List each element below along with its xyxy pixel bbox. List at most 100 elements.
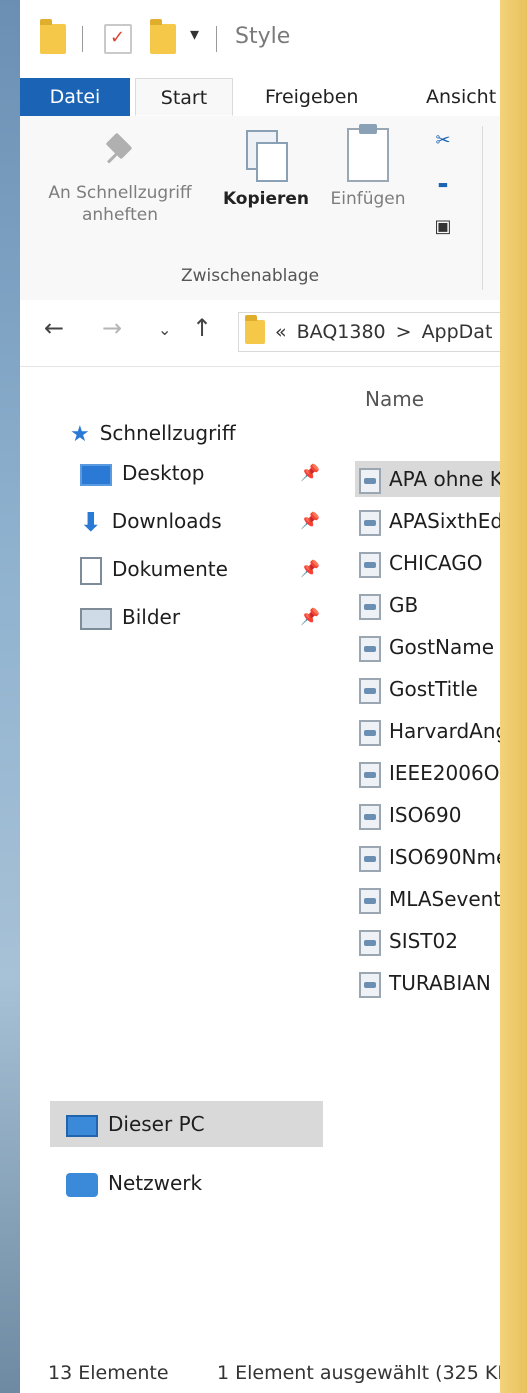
tab-ansicht[interactable]: Ansicht (426, 78, 496, 116)
nav-label: Bilder (122, 605, 181, 629)
nav-label: Desktop (122, 461, 205, 485)
file-name: IEEE2006Of (389, 761, 500, 785)
download-arrow-icon: ⬇ (80, 507, 102, 538)
star-icon: ★ (70, 421, 90, 447)
file-name: CHICAGO (389, 551, 483, 575)
copy-button[interactable]: Kopieren (218, 124, 314, 210)
xsl-file-icon (359, 845, 381, 872)
navigation-bar: ← → ⌄ ↑ « BAQ1380 > AppDat (20, 300, 500, 367)
paste-icon (347, 124, 389, 182)
folder-icon (245, 315, 265, 344)
tab-freigeben[interactable]: Freigeben (265, 78, 358, 116)
new-folder-icon[interactable] (150, 19, 176, 54)
file-item[interactable]: GostName (355, 629, 500, 665)
ribbon-tabs: Datei Start Freigeben Ansicht (20, 78, 500, 117)
xsl-file-icon (359, 761, 381, 788)
file-item[interactable]: SIST02 (355, 923, 500, 959)
copy-path-icon[interactable]: ▬ (428, 178, 458, 191)
up-arrow-icon[interactable]: ↑ (192, 314, 212, 342)
nav-label: Downloads (111, 509, 222, 533)
xsl-file-icon (359, 467, 381, 494)
nav-item-documents[interactable]: Dokumente 📌 (80, 551, 320, 587)
file-name: APA ohne K (389, 467, 500, 491)
file-name: ISO690 (389, 803, 462, 827)
breadcrumb-item[interactable]: AppDat (422, 321, 493, 343)
nav-item-this-pc[interactable]: Dieser PC (50, 1101, 323, 1147)
nav-label: Dieser PC (108, 1112, 205, 1136)
copy-label: Kopieren (222, 189, 310, 209)
desktop-icon (80, 463, 112, 486)
nav-item-downloads[interactable]: ⬇ Downloads 📌 (80, 503, 320, 539)
xsl-file-icon (359, 929, 381, 956)
file-name: GostName (389, 635, 494, 659)
xsl-file-icon (359, 593, 381, 620)
cut-icon[interactable]: ✂ (428, 130, 458, 151)
file-item[interactable]: APA ohne K (355, 461, 500, 497)
group-separator (482, 126, 483, 290)
pin-icon: 📌 (300, 511, 320, 530)
pin-label-line1: An Schnellzugriff (48, 183, 192, 203)
tab-datei[interactable]: Datei (20, 78, 130, 116)
recent-locations-icon[interactable]: ⌄ (158, 320, 171, 339)
file-item[interactable]: GB (355, 587, 500, 623)
nav-label: Dokumente (112, 557, 228, 581)
breadcrumb-overflow[interactable]: « (275, 321, 287, 343)
title-bar: ▾ Style (20, 0, 500, 78)
back-arrow-icon[interactable]: ← (44, 314, 64, 342)
address-bar[interactable]: « BAQ1380 > AppDat (238, 312, 500, 352)
computer-icon (66, 1114, 98, 1137)
explorer-window: ▾ Style Datei Start Freigeben Ansicht An… (20, 0, 500, 1393)
separator (82, 26, 83, 52)
pin-icon (100, 132, 140, 172)
background-window-edge (500, 0, 527, 1393)
file-item[interactable]: GostTitle (355, 671, 500, 707)
customize-quick-access-icon[interactable]: ▾ (190, 24, 199, 45)
separator (216, 26, 217, 52)
pin-label-line2: anheften (81, 205, 158, 225)
breadcrumb-separator[interactable]: > (396, 321, 412, 343)
file-item[interactable]: ISO690 (355, 797, 500, 833)
document-icon (80, 556, 102, 585)
window-title: Style (235, 24, 291, 49)
nav-item-network[interactable]: Netzwerk (66, 1165, 202, 1201)
navigation-pane: ★ Schnellzugriff Desktop 📌 ⬇ Downloads 📌 D… (20, 367, 325, 1354)
column-header-name[interactable]: Name (365, 387, 424, 411)
paste-label: Einfügen (330, 189, 406, 209)
nav-item-quick-access[interactable]: ★ Schnellzugriff (70, 415, 236, 451)
forward-arrow-icon[interactable]: → (102, 314, 122, 342)
file-item[interactable]: IEEE2006Of (355, 755, 500, 791)
xsl-file-icon (359, 719, 381, 746)
file-item[interactable]: TURABIAN (355, 965, 500, 1001)
xsl-file-icon (359, 887, 381, 914)
file-item[interactable]: ISO690Nme (355, 839, 500, 875)
item-count: 13 Elemente (48, 1362, 169, 1384)
file-list: Name APA ohne K APASixthEd CHICAGO GB Go… (340, 367, 500, 1354)
pin-icon: 📌 (300, 607, 320, 626)
xsl-file-icon (359, 677, 381, 704)
nav-item-pictures[interactable]: Bilder 📌 (80, 599, 320, 635)
pictures-icon (80, 607, 112, 630)
xsl-file-icon (359, 803, 381, 830)
ribbon: An Schnellzugriff anheften Kopieren Einf… (20, 116, 500, 301)
xsl-file-icon (359, 551, 381, 578)
xsl-file-icon (359, 635, 381, 662)
status-bar: 13 Elemente 1 Element ausgewählt (325 KB (20, 1354, 500, 1393)
file-name: ISO690Nme (389, 845, 500, 869)
file-item[interactable]: APASixthEd (355, 503, 500, 539)
file-item[interactable]: CHICAGO (355, 545, 500, 581)
copy-icon (244, 130, 288, 182)
file-item[interactable]: MLASevent (355, 881, 500, 917)
file-item[interactable]: HarvardAng (355, 713, 500, 749)
folder-icon[interactable] (40, 19, 66, 54)
xsl-file-icon (359, 971, 381, 998)
file-name: APASixthEd (389, 509, 500, 533)
paste-shortcut-icon[interactable]: ▣ (428, 216, 458, 237)
breadcrumb-item[interactable]: BAQ1380 (297, 321, 386, 343)
tab-start[interactable]: Start (135, 78, 233, 116)
paste-button[interactable]: Einfügen (318, 124, 418, 210)
properties-icon[interactable] (104, 24, 132, 54)
file-name: GB (389, 593, 419, 617)
nav-item-desktop[interactable]: Desktop 📌 (80, 455, 320, 491)
pin-to-quick-access-button[interactable]: An Schnellzugriff anheften (20, 124, 220, 226)
pin-icon: 📌 (300, 463, 320, 482)
